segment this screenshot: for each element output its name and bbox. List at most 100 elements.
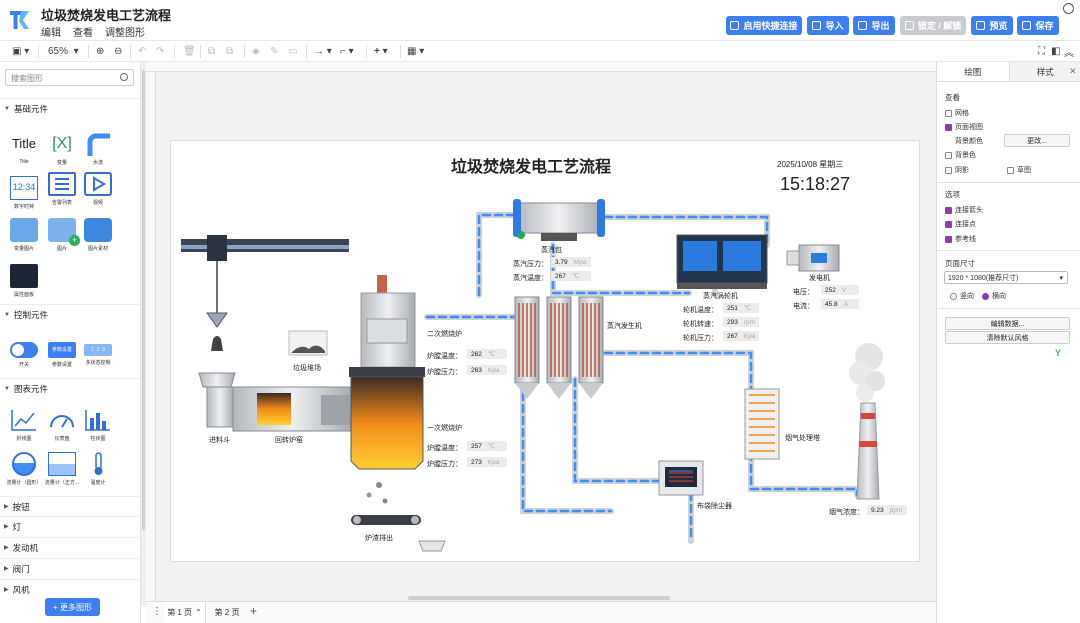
shape-water-flow[interactable]: 水流 (78, 132, 118, 166)
category-valve[interactable]: ▶ 阀门 (0, 558, 140, 578)
shape-bar-chart[interactable]: 柱状图 (78, 408, 118, 442)
app-logo-icon (10, 11, 29, 29)
category-light[interactable]: ▶ 灯 (0, 516, 140, 536)
menu-view[interactable]: 查看 (73, 24, 93, 39)
panel-toggle-icon[interactable]: ▣ ▾ (12, 45, 29, 58)
zoom-select[interactable]: 65% ▾ (48, 45, 79, 58)
tab-diagram[interactable]: 绘图 (937, 62, 1010, 81)
diagram-date: 2025/10/08 星期三 (777, 160, 844, 169)
tab-page-2[interactable]: 第 2 页 (210, 602, 244, 623)
bg-color-label: 背景颜色 (955, 138, 983, 145)
zoom-in-icon[interactable]: ⊕ (96, 45, 104, 58)
shape-flowmeter-square[interactable]: 流量计（正方... (42, 452, 82, 486)
shape-thermometer[interactable]: 温度计 (78, 452, 118, 486)
clear-style-button[interactable]: 清除默认风格 (945, 331, 1070, 344)
shape-image[interactable]: + 图片 (42, 218, 82, 252)
section-options: 选项 (945, 190, 960, 199)
page-view-checkbox[interactable]: 页面视图 (945, 122, 983, 132)
quick-connect-button[interactable]: 启用快捷连接 (726, 16, 802, 35)
search-input[interactable]: 搜索图形 (5, 69, 134, 86)
shape-multi-state[interactable]: 1 2 3 多状态控制 (78, 338, 118, 366)
shape-digital-clock[interactable]: 12:34 数字时钟 (4, 176, 44, 210)
flue-tower (744, 388, 780, 460)
canvas-scrollbar[interactable] (408, 596, 670, 600)
diagram-page[interactable]: 垃圾焚烧发电工艺流程 2025/10/08 星期三 15:18:27 蒸汽包 蒸… (170, 140, 920, 562)
bg-image-checkbox[interactable]: 背景色 (945, 150, 976, 160)
portrait-radio[interactable]: 竖向 (950, 291, 974, 301)
category-basic[interactable]: ▼ 基础元件 (0, 98, 140, 118)
shape-line-chart[interactable]: 折线图 (4, 408, 44, 442)
to-back-icon[interactable]: ⧉ (226, 45, 233, 58)
theme-toggle-icon[interactable] (1063, 3, 1074, 14)
shape-param-setting[interactable]: 参数设置 参数设置 (42, 338, 82, 368)
shape-gauge[interactable]: 仪表盘 (42, 408, 82, 442)
chevron-right-icon: ▶ (4, 587, 9, 593)
save-button[interactable]: 保存 (1017, 16, 1059, 35)
insert-icon[interactable]: + ▾ (374, 45, 388, 58)
category-chart[interactable]: ▼ 图表元件 (0, 378, 140, 398)
add-page-icon[interactable]: + (250, 604, 257, 618)
app-root: 垃圾焚烧发电工艺流程 编辑 查看 调整图形 启用快捷连接 导入 导出 锁定 / … (0, 0, 1080, 623)
zoom-out-icon[interactable]: ⊖ (114, 45, 122, 58)
edit-data-button[interactable]: 编辑数据... (945, 317, 1070, 330)
menu-edit[interactable]: 编辑 (41, 24, 61, 39)
horizontal-ruler (146, 62, 936, 72)
save-icon (1022, 21, 1032, 30)
preview-button[interactable]: 预览 (971, 16, 1013, 35)
table-icon[interactable]: ▦ ▾ (407, 45, 424, 58)
shadow-checkbox[interactable]: 阴影 (945, 165, 969, 175)
menu-arrange[interactable]: 调整图形 (105, 24, 145, 39)
undo-icon[interactable]: ↶ (138, 45, 146, 58)
export-icon (858, 21, 868, 30)
category-control[interactable]: ▼ 控制元件 (0, 304, 140, 324)
connect-points-checkbox[interactable]: 连接点 (945, 219, 976, 229)
shape-video[interactable]: 视频 (78, 172, 118, 206)
canvas[interactable]: 垃圾焚烧发电工艺流程 2025/10/08 星期三 15:18:27 蒸汽包 蒸… (146, 62, 936, 601)
connection-style-icon[interactable]: → ▾ (314, 45, 332, 58)
close-panel-icon[interactable]: ✕ (1069, 66, 1077, 77)
shape-image-asset[interactable]: 图片素材 (78, 218, 118, 252)
shape-alarm-list[interactable]: 告警列表 (42, 172, 82, 206)
import-button[interactable]: 导入 (807, 16, 849, 35)
category-engine[interactable]: ▶ 发动机 (0, 537, 140, 557)
delete-icon[interactable]: 🗑 (183, 45, 196, 58)
garbage-field (288, 330, 328, 356)
connect-arrows-checkbox[interactable]: 连接箭头 (945, 205, 983, 215)
shape-switch[interactable]: 开关 (4, 338, 44, 368)
collapse-icon[interactable]: ︽ (1064, 45, 1074, 59)
top-bar: 垃圾焚烧发电工艺流程 编辑 查看 调整图形 启用快捷连接 导入 导出 锁定 / … (0, 0, 1080, 40)
change-bg-button[interactable]: 更改... (1004, 134, 1070, 147)
shape-title[interactable]: Title Title (4, 132, 44, 165)
guides-checkbox[interactable]: 参考线 (945, 234, 976, 244)
shape-property-panel[interactable]: 属性面板 (4, 264, 44, 298)
page-menu-icon[interactable]: ⋮ (152, 606, 162, 617)
menu-bar: 编辑 查看 调整图形 (41, 24, 145, 39)
export-button[interactable]: 导出 (853, 16, 895, 35)
value-steam-pressure: 3.79 Mpa (551, 257, 591, 267)
landscape-radio[interactable]: 横向 (982, 291, 1006, 301)
waypoint-icon[interactable]: ⌐ ▾ (340, 45, 354, 58)
fullscreen-icon[interactable]: ⛶ (1038, 45, 1045, 58)
page-size-select[interactable]: 1920 * 1080(推荐尺寸) ▾ (944, 271, 1068, 284)
category-button[interactable]: ▶ 按钮 (0, 496, 140, 516)
sketch-checkbox[interactable]: 草图 (1007, 165, 1031, 175)
more-shapes-button[interactable]: + 更多图形 (45, 598, 100, 616)
format-panel-icon[interactable]: ◧ (1051, 45, 1060, 58)
tab-page-1[interactable]: 第 1 页 ⌃ (164, 602, 206, 623)
radio-icon (950, 292, 957, 300)
redo-icon[interactable]: ↷ (156, 45, 164, 58)
lock-button[interactable]: 锁定 / 解锁 (900, 16, 966, 35)
line-color-icon[interactable]: ✎ (270, 45, 278, 58)
shape-variable-image[interactable]: 变量图片 (4, 218, 44, 252)
shadow-icon[interactable]: ▭ (288, 45, 297, 58)
to-front-icon[interactable]: ⧉ (208, 45, 215, 58)
category-fan[interactable]: ▶ 风机 (0, 579, 140, 599)
shape-variable[interactable]: [X] 变量 (42, 132, 82, 166)
section-view: 查看 (945, 93, 960, 102)
incinerator (349, 275, 425, 504)
grid-checkbox[interactable]: 网格 (945, 108, 969, 118)
sidebar-scrollbar-thumb[interactable] (142, 70, 145, 530)
label-turbine: 蒸汽涡轮机 (703, 293, 738, 300)
shape-flowmeter-round[interactable]: 流量计（圆形） (4, 452, 44, 486)
fill-color-icon[interactable]: ◈ (252, 45, 260, 58)
